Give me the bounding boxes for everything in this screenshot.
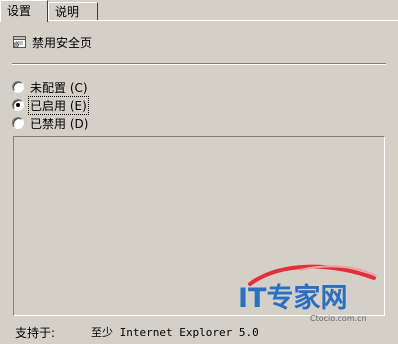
radio-button[interactable]	[12, 117, 24, 129]
policy-setting-icon	[12, 34, 28, 50]
policy-title-text: 禁用安全页	[32, 35, 93, 50]
supported-on-label: 支持于:	[15, 325, 56, 340]
watermark-logo: IT专家网 Ctocio.com.cn	[230, 264, 382, 324]
radio-not-configured[interactable]: 未配置 (C)	[12, 78, 89, 96]
radio-label: 已启用 (E)	[28, 95, 89, 115]
separator	[12, 63, 386, 65]
supported-on-row: 支持于: 至少 Internet Explorer 5.0	[15, 324, 259, 340]
policy-title: 禁用安全页	[12, 32, 92, 52]
radio-enabled[interactable]: 已启用 (E)	[12, 95, 89, 115]
radio-label: 未配置 (C)	[30, 80, 88, 95]
supported-on-value: 至少 Internet Explorer 5.0	[91, 326, 259, 339]
svg-text:Ctocio.com.cn: Ctocio.com.cn	[310, 314, 367, 323]
radio-label: 已禁用 (D)	[30, 116, 89, 131]
tab-strip: 设置 说明	[0, 0, 398, 22]
settings-panel: 禁用安全页 未配置 (C) 已启用 (E) 已禁用 (D) IT专家网 Ctoc…	[0, 22, 398, 344]
svg-text:IT专家网: IT专家网	[238, 282, 347, 314]
radio-disabled[interactable]: 已禁用 (D)	[12, 114, 89, 132]
radio-button[interactable]	[12, 81, 24, 93]
tab-settings[interactable]: 设置	[0, 0, 48, 22]
radio-button[interactable]	[12, 99, 24, 111]
tab-explain[interactable]: 说明	[48, 2, 98, 20]
